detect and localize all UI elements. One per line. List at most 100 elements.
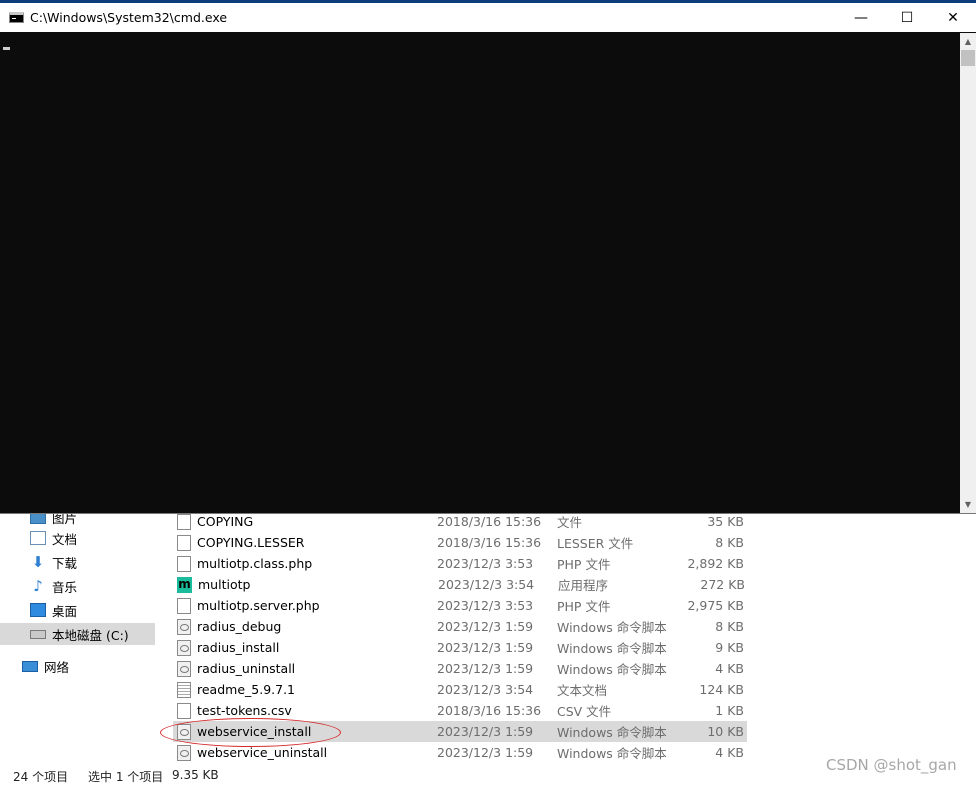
file-type: 应用程序 (558, 578, 609, 593)
minimize-button[interactable]: — (838, 3, 884, 32)
cmd-app-icon (9, 12, 24, 23)
nav-item-label: 桌面 (52, 603, 78, 619)
script-file-icon (177, 744, 191, 761)
file-date: 2023/12/3 1:59 (437, 724, 534, 739)
file-name: COPYING (197, 514, 254, 529)
vertical-scrollbar[interactable]: ▲ ▼ (960, 33, 976, 513)
file-type: CSV 文件 (557, 704, 612, 719)
file-date: 2023/12/3 1:59 (437, 640, 534, 655)
file-row[interactable]: COPYING.LESSER 2018/3/16 15:36 LESSER 文件 8 … (173, 532, 747, 553)
file-name: readme_5.9.7.1 (197, 682, 295, 697)
downloads-icon: ⬇ (31, 553, 45, 571)
console-area[interactable] (0, 33, 960, 513)
file-size: 2,975 KB (687, 598, 744, 613)
file-date: 2023/12/3 1:59 (437, 745, 534, 760)
file-size: 4 KB (715, 661, 744, 676)
nav-item-label: 网络 (44, 659, 70, 675)
file-date: 2023/12/3 1:59 (437, 661, 534, 676)
annotation-oval (160, 718, 341, 747)
script-file-icon (177, 660, 191, 677)
nav-item-documents[interactable]: 文档 (30, 527, 77, 549)
file-type: LESSER 文件 (557, 536, 634, 551)
file-date: 2023/12/3 3:54 (437, 682, 534, 697)
file-type: Windows 命令脚本 (557, 641, 667, 656)
close-button[interactable]: ✕ (930, 3, 976, 32)
item-count: 24 个项目 (13, 770, 69, 784)
file-name: webservice_uninstall (197, 745, 328, 760)
file-date: 2023/12/3 3:53 (437, 598, 534, 613)
maximize-button[interactable]: ☐ (884, 3, 930, 32)
file-type: Windows 命令脚本 (557, 746, 667, 761)
file-type: 文本文档 (557, 683, 608, 698)
file-type: Windows 命令脚本 (557, 725, 667, 740)
file-size: 4 KB (715, 745, 744, 760)
file-row[interactable]: readme_5.9.7.1 2023/12/3 3:54 文本文档 124 KB (173, 679, 747, 700)
title-bar[interactable]: C:\Windows\System32\cmd.exe — ☐ ✕ (0, 3, 976, 32)
file-name: COPYING.LESSER (197, 535, 305, 550)
file-name: test-tokens.csv (197, 703, 292, 718)
nav-item-desktop[interactable]: 桌面 (30, 599, 77, 621)
file-row[interactable]: multiotp.class.php 2023/12/3 3:53 PHP 文件 2,… (173, 553, 747, 574)
file-name: radius_uninstall (197, 661, 296, 676)
file-row[interactable]: radius_debug 2023/12/3 1:59 Windows 命令脚本 8 … (173, 616, 747, 637)
nav-item-network[interactable]: 网络 (22, 655, 69, 677)
scroll-up-icon[interactable]: ▲ (960, 33, 976, 50)
file-size: 2,892 KB (687, 556, 744, 571)
file-icon (177, 555, 191, 572)
file-row[interactable]: multiotp.server.php 2023/12/3 3:53 PHP 文件 2… (173, 595, 747, 616)
minimize-icon: — (854, 9, 868, 26)
drive-icon (30, 629, 46, 639)
file-icon (177, 702, 191, 719)
file-icon (177, 534, 191, 551)
file-type: Windows 命令脚本 (557, 662, 667, 677)
file-size: 8 KB (715, 535, 744, 550)
cmd-window: C:\Windows\System32\cmd.exe — ☐ ✕ ▲ ▼ (0, 3, 976, 514)
nav-item-label: 下载 (52, 555, 78, 571)
file-date: 2023/12/3 3:53 (437, 556, 534, 571)
scroll-down-icon[interactable]: ▼ (960, 496, 976, 513)
file-name: multiotp (198, 577, 251, 592)
file-type: Windows 命令脚本 (557, 620, 667, 635)
window-title: C:\Windows\System32\cmd.exe (30, 10, 228, 25)
file-icon (177, 597, 191, 614)
file-type: PHP 文件 (557, 557, 611, 572)
nav-item-local-disk-c[interactable]: 本地磁盘 (C:) (0, 623, 155, 645)
file-date: 2018/3/16 15:36 (437, 703, 542, 718)
file-row[interactable]: COPYING 2018/3/16 15:36 文件 35 KB (173, 511, 747, 532)
selection-count: 选中 1 个项目 (88, 770, 164, 784)
file-size: 10 KB (707, 724, 744, 739)
file-row[interactable]: radius_uninstall 2023/12/3 1:59 Windows 命令… (173, 658, 747, 679)
file-date: 2023/12/3 3:54 (438, 577, 535, 592)
nav-item-music[interactable]: ♪ 音乐 (30, 575, 77, 597)
file-name: radius_debug (197, 619, 282, 634)
nav-item-downloads[interactable]: ⬇ 下载 (30, 551, 77, 573)
file-size: 8 KB (715, 619, 744, 634)
file-explorer-window: 图片 文档 ⬇ 下载 ♪ 音乐 桌面 本地磁盘 (C:) 网络 COPYING 2… (0, 510, 976, 784)
nav-item-label: 音乐 (52, 579, 78, 595)
file-date: 2018/3/16 15:36 (437, 514, 542, 529)
file-name: multiotp.class.php (197, 556, 313, 571)
file-size: 1 KB (715, 703, 744, 718)
file-name: multiotp.server.php (197, 598, 320, 613)
file-type: PHP 文件 (557, 599, 611, 614)
navigation-pane: 图片 文档 ⬇ 下载 ♪ 音乐 桌面 本地磁盘 (C:) 网络 (0, 510, 158, 769)
script-file-icon (177, 618, 191, 635)
documents-icon (30, 531, 46, 545)
file-row[interactable]: radius_install 2023/12/3 1:59 Windows 命令脚本… (173, 637, 747, 658)
file-type: 文件 (557, 515, 583, 530)
file-size: 9 KB (715, 640, 744, 655)
watermark: CSDN @shot_gan (826, 756, 957, 774)
script-file-icon (177, 639, 191, 656)
text-file-icon (177, 681, 191, 698)
scroll-thumb[interactable] (961, 50, 975, 66)
file-size: 272 KB (700, 577, 745, 592)
close-icon: ✕ (947, 9, 959, 26)
file-date: 2018/3/16 15:36 (437, 535, 542, 550)
desktop-icon (30, 603, 46, 617)
nav-item-label: 本地磁盘 (C:) (52, 627, 129, 643)
file-date: 2023/12/3 1:59 (437, 619, 534, 634)
network-icon (22, 660, 38, 672)
selection-size: 9.35 KB (172, 768, 219, 782)
nav-item-label: 文档 (52, 531, 78, 547)
file-row[interactable]: m multiotp 2023/12/3 3:54 应用程序 272 KB (173, 574, 747, 595)
